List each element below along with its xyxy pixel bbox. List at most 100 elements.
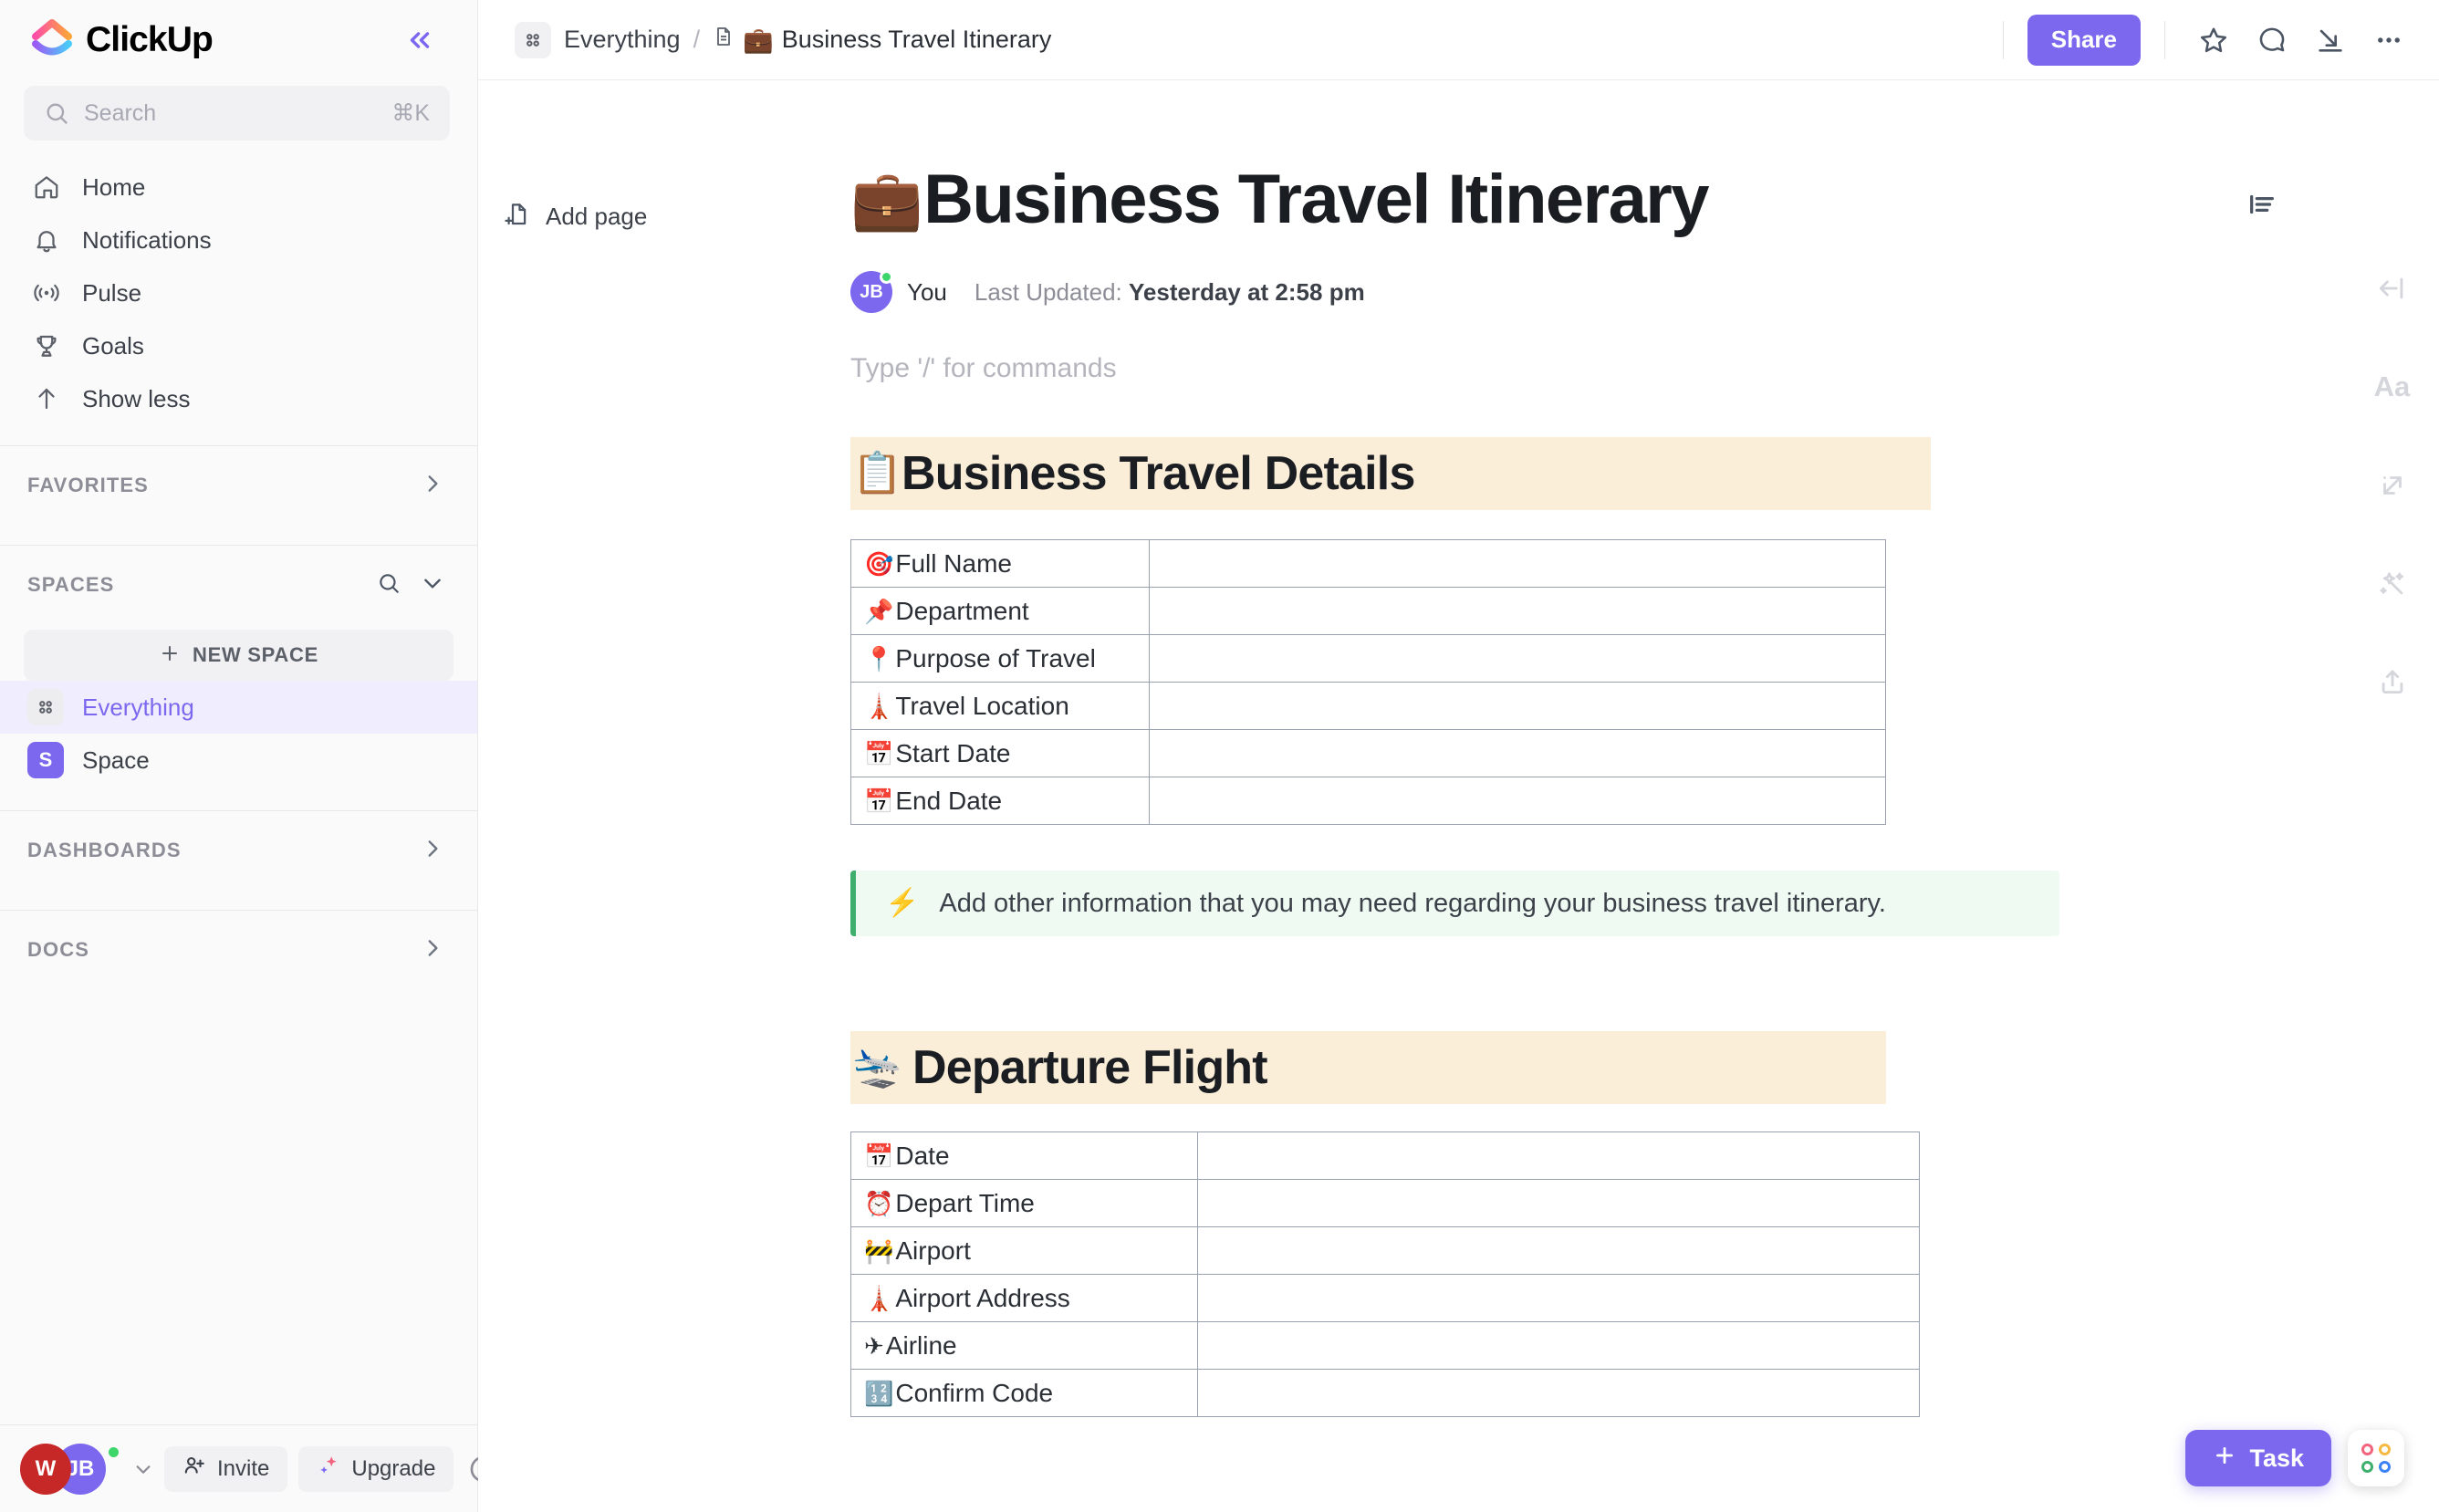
sidebar-section-docs[interactable]: DOCS [0,911,477,989]
invite-button[interactable]: Invite [164,1445,288,1492]
table-cell-label[interactable]: 🔢 Confirm Code [850,1369,1198,1418]
upgrade-button[interactable]: Upgrade [298,1445,454,1492]
section-label: DOCS [27,938,89,961]
ai-wand-icon[interactable] [2367,558,2418,610]
add-page-label: Add page [546,203,648,230]
clipboard-icon: 📋 [852,451,902,496]
comment-icon[interactable] [2247,16,2297,65]
relationships-icon[interactable] [2367,460,2418,511]
table-cell-value[interactable] [1149,587,1886,636]
table-cell-label[interactable]: ✈ Airline [850,1321,1198,1371]
breadcrumb-title: Business Travel Itinerary [781,26,1052,53]
new-task-button[interactable]: Task [2185,1430,2331,1486]
sidebar-section-dashboards[interactable]: DASHBOARDS [0,811,477,890]
chevron-down-icon[interactable] [133,1451,153,1487]
chevron-right-icon[interactable] [421,936,444,965]
sidebar-section-favorites[interactable]: FAVORITES [0,446,477,525]
table-row: 🗼 Airport Address [850,1274,1920,1323]
row-label: Travel Location [895,691,1069,720]
table-cell-label[interactable]: 🗼 Travel Location [850,682,1150,731]
sidebar-item-goals[interactable]: Goals [16,319,461,372]
more-options-icon[interactable] [2364,16,2413,65]
sidebar-item-show-less[interactable]: Show less [16,372,461,425]
share-upload-icon[interactable] [2367,657,2418,708]
add-page-button[interactable]: Add page [504,201,647,233]
workspace-avatar[interactable]: W [20,1443,71,1495]
sidebar-item-notifications[interactable]: Notifications [16,214,461,266]
chevrons-left-icon[interactable] [399,19,441,61]
sidebar-item-space[interactable]: S Space [0,734,477,787]
table-cell-value[interactable] [1149,682,1886,731]
table-cell-value[interactable] [1149,539,1886,589]
table-cell-value[interactable] [1149,777,1886,826]
space-label: Everything [82,693,194,721]
table-cell-value[interactable] [1197,1131,1920,1181]
tokyo-tower-icon: 🗼 [864,1284,894,1312]
table-cell-label[interactable]: 🚧 Airport [850,1226,1198,1276]
search-input[interactable]: Search ⌘K [24,86,450,141]
table-cell-label[interactable]: ⏰ Depart Time [850,1179,1198,1228]
share-button[interactable]: Share [2027,14,2141,66]
clickup-logo[interactable]: ClickUp [31,19,214,61]
breadcrumb-root[interactable]: Everything [564,26,681,54]
table-cell-value[interactable] [1149,729,1886,778]
collapse-diagonal-icon[interactable] [2306,16,2355,65]
app-dot-green [2361,1461,2373,1473]
table-row: 📅 Start Date [850,729,1886,778]
font-size-icon[interactable]: Aa [2367,361,2418,412]
home-icon [31,172,62,203]
sidebar-item-label: Show less [82,384,191,412]
collapse-left-icon[interactable] [2367,263,2418,314]
last-updated-prefix: Last Updated: [974,277,1122,306]
doc-meta: JB You Last Updated: Yesterday at 2:58 p… [850,270,2420,314]
table-cell-value[interactable] [1197,1321,1920,1371]
sidebar: ClickUp Search ⌘K Home Notifications Pul… [0,0,497,1512]
invite-label: Invite [217,1455,270,1481]
author-label: You [907,277,947,306]
round-pushpin-icon: 📍 [864,644,894,673]
avatar[interactable]: JB [850,270,893,314]
airplane-icon: ✈ [864,1331,884,1360]
table-row: 📅 Date [850,1131,1920,1181]
favorite-star-icon[interactable] [2189,16,2238,65]
command-placeholder[interactable]: Type '/' for commands [850,353,2420,384]
table-cell-value[interactable] [1197,1226,1920,1276]
bell-icon [31,224,62,255]
sidebar-item-everything[interactable]: Everything [0,681,477,734]
sidebar-header: ClickUp [0,0,477,80]
clickup-logo-icon [31,19,73,61]
table-cell-value[interactable] [1197,1274,1920,1323]
table-cell-value[interactable] [1197,1369,1920,1418]
sidebar-section-spaces[interactable]: SPACES [0,546,477,624]
table-cell-label[interactable]: 📅 End Date [850,777,1150,826]
calendar-icon: 📅 [864,739,894,767]
sidebar-item-home[interactable]: Home [16,161,461,214]
avatar-group[interactable]: W JB [20,1443,122,1495]
chevron-down-icon[interactable] [421,571,444,600]
table-cell-label[interactable]: 📅 Start Date [850,729,1150,778]
table-row: 📍 Purpose of Travel [850,634,1886,683]
chevron-right-icon[interactable] [421,837,444,865]
sidebar-item-pulse[interactable]: Pulse [16,266,461,319]
callout-note[interactable]: ⚡ Add other information that you may nee… [850,871,2059,937]
row-label: Airline [885,1330,957,1360]
app-dot-pink [2361,1444,2373,1455]
plus-icon [2213,1444,2236,1474]
row-label: Start Date [895,738,1011,767]
new-space-button[interactable]: NEW SPACE [24,630,453,681]
table-cell-value[interactable] [1149,634,1886,683]
chevron-right-icon[interactable] [421,472,444,500]
table-cell-label[interactable]: 🗼 Airport Address [850,1274,1198,1323]
table-cell-value[interactable] [1197,1179,1920,1228]
grid-dots-icon[interactable] [515,21,551,58]
apps-grid-icon[interactable] [2348,1430,2404,1486]
page-title[interactable]: 💼 Business Travel Itinerary [850,161,2420,238]
table-cell-label[interactable]: 📌 Department [850,587,1150,636]
spaces-search-icon[interactable] [377,571,401,600]
table-cell-label[interactable]: 📍 Purpose of Travel [850,634,1150,683]
page-plus-icon [504,201,531,233]
table-cell-label[interactable]: 🎯 Full Name [850,539,1150,589]
breadcrumb-current[interactable]: 💼 Business Travel Itinerary [713,25,1051,55]
table-cell-label[interactable]: 📅 Date [850,1131,1198,1181]
floating-actions: Task [2185,1430,2404,1486]
